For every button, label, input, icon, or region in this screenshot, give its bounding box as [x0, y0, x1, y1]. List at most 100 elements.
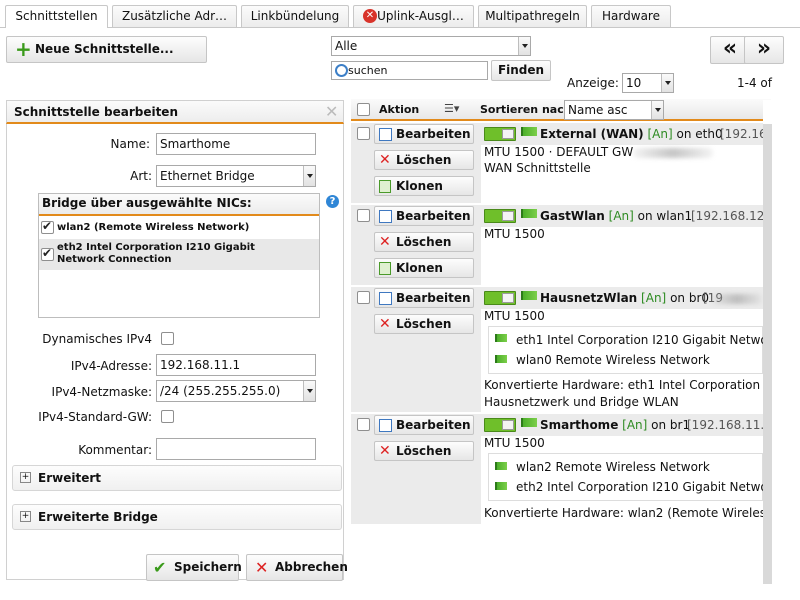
- filter-select[interactable]: Alle: [331, 36, 531, 56]
- close-icon: ✕: [255, 558, 269, 577]
- name-label: Name:: [110, 137, 150, 151]
- cancel-label: Abbrechen: [275, 560, 348, 574]
- filter-value: Alle: [335, 39, 358, 53]
- edit-button[interactable]: Bearbeiten: [374, 206, 474, 226]
- search-input[interactable]: suchen: [331, 61, 488, 80]
- comment-label: Kommentar:: [78, 443, 152, 457]
- double-left-arrow-icon: «: [722, 36, 738, 61]
- select-all-checkbox[interactable]: [357, 103, 370, 116]
- nic-item[interactable]: wlan2 (Remote Wireless Network): [39, 218, 319, 238]
- dhcp-checkbox[interactable]: [161, 332, 174, 345]
- converted-hardware: Konvertierte Hardware: eth1 Intel Corpor…: [484, 378, 791, 392]
- comment-field[interactable]: [156, 438, 316, 460]
- close-icon[interactable]: ✕: [325, 102, 338, 121]
- tab-label: Zusätzliche Adr…: [121, 9, 228, 23]
- edit-button[interactable]: Bearbeiten: [374, 288, 474, 308]
- row-title: GastWlan [An] on wlan1: [540, 209, 692, 223]
- clone-button[interactable]: Klonen: [374, 176, 474, 196]
- edit-button[interactable]: Bearbeiten: [374, 415, 474, 435]
- status-toggle[interactable]: [484, 291, 516, 305]
- converted-hardware: Konvertierte Hardware: wlan2 (Remote Wir…: [484, 506, 793, 520]
- interface-status: [An]: [641, 291, 667, 305]
- status-toggle[interactable]: [484, 127, 516, 141]
- nic-item[interactable]: eth2 Intel Corporation I210 Gigabit Netw…: [39, 239, 319, 270]
- row-checkbox[interactable]: [357, 209, 370, 222]
- edit-label: Bearbeiten: [396, 418, 471, 432]
- edit-label: Bearbeiten: [396, 209, 471, 223]
- nic-list-header: Bridge über ausgewählte NICs:: [39, 194, 319, 216]
- tab-linkbuendelung[interactable]: Linkbündelung: [241, 5, 349, 27]
- status-toggle[interactable]: [484, 209, 516, 223]
- art-select[interactable]: Ethernet Bridge: [156, 165, 316, 187]
- bridge-nic: eth2 Intel Corporation I210 Gigabit Netw…: [516, 480, 792, 494]
- page-size-select[interactable]: 10: [622, 73, 674, 93]
- clone-button[interactable]: Klonen: [374, 258, 474, 278]
- checkmark-icon: ✔: [153, 558, 167, 577]
- tab-zusaetzliche-adressen[interactable]: Zusätzliche Adr…: [112, 5, 237, 27]
- row-checkbox[interactable]: [357, 418, 370, 431]
- tab-uplink-ausgleich[interactable]: ✕ Uplink-Ausgl…: [353, 5, 474, 27]
- tab-label: Schnittstellen: [15, 9, 98, 23]
- edit-button[interactable]: Bearbeiten: [374, 124, 474, 144]
- expand-icon: +: [20, 511, 31, 522]
- bridge-nic: eth1 Intel Corporation I210 Gigabit Netw…: [516, 333, 792, 347]
- sort-value: Name asc: [568, 103, 628, 117]
- flag-icon: [495, 355, 507, 363]
- interface-device: on eth0: [676, 127, 723, 141]
- row-checkbox[interactable]: [357, 127, 370, 140]
- tab-schnittstellen[interactable]: Schnittstellen: [5, 5, 108, 28]
- delete-button[interactable]: ✕ Löschen: [374, 232, 474, 252]
- anzeige-label: Anzeige:: [567, 76, 619, 90]
- ipv4-field[interactable]: 192.168.11.1: [156, 354, 316, 376]
- pencil-icon: [379, 292, 392, 305]
- delete-button[interactable]: ✕ Löschen: [374, 441, 474, 461]
- interface-mtu: MTU 1500: [484, 227, 545, 241]
- flag-icon: [495, 482, 507, 490]
- advanced-section[interactable]: + Erweitert: [12, 465, 342, 491]
- error-icon: ✕: [363, 9, 377, 23]
- save-button[interactable]: ✔ Speichern: [146, 554, 242, 581]
- mask-select[interactable]: /24 (255.255.255.0): [156, 380, 316, 402]
- nic-checkbox[interactable]: [41, 246, 54, 261]
- cancel-button[interactable]: ✕ Abbrechen: [246, 554, 348, 581]
- double-right-arrow-icon: »: [756, 36, 772, 61]
- delete-button[interactable]: ✕ Löschen: [374, 150, 474, 170]
- new-interface-button[interactable]: + Neue Schnittstelle...: [6, 36, 207, 63]
- plus-icon: +: [15, 37, 32, 61]
- mask-label: IPv4-Netzmaske:: [51, 385, 152, 399]
- row-checkbox[interactable]: [357, 291, 370, 304]
- pencil-icon: [379, 210, 392, 223]
- next-page-button[interactable]: »: [744, 36, 784, 64]
- page-size-value: 10: [626, 76, 642, 90]
- bridge-nic: wlan0 Remote Wireless Network: [516, 353, 710, 367]
- search-button[interactable]: Finden: [491, 60, 551, 81]
- nic-checkbox[interactable]: [41, 219, 54, 234]
- pagination-range: 1-4 of: [737, 76, 772, 90]
- pencil-icon: [379, 128, 392, 141]
- status-toggle[interactable]: [484, 418, 516, 432]
- delete-button[interactable]: ✕ Löschen: [374, 314, 474, 334]
- interface-status: [An]: [622, 418, 648, 432]
- edit-label: Bearbeiten: [396, 127, 471, 141]
- sort-select[interactable]: Name asc: [564, 100, 664, 120]
- column-menu-icon[interactable]: ☰▾: [444, 102, 459, 115]
- advanced-bridge-section[interactable]: + Erweiterte Bridge: [12, 504, 342, 530]
- name-field[interactable]: Smarthome: [156, 133, 316, 155]
- flag-icon: [495, 334, 507, 342]
- scrollbar[interactable]: [763, 124, 772, 584]
- tab-label: Linkbündelung: [250, 9, 340, 23]
- flag-icon: [521, 127, 537, 136]
- action-header: Aktion: [379, 103, 420, 116]
- interface-mtu: MTU 1500: [484, 309, 545, 323]
- search-icon: [335, 64, 348, 77]
- close-icon: ✕: [379, 443, 391, 459]
- gateway-checkbox[interactable]: [161, 410, 174, 423]
- help-icon[interactable]: ?: [326, 195, 339, 208]
- mask-value: /24 (255.255.255.0): [160, 384, 281, 398]
- flag-icon: [521, 291, 537, 300]
- row-title: External (WAN) [An] on eth0: [540, 127, 723, 141]
- tab-hardware[interactable]: Hardware: [591, 5, 671, 27]
- clone-label: Klonen: [396, 179, 443, 193]
- search-button-label: Finden: [497, 63, 545, 77]
- tab-multipathregeln[interactable]: Multipathregeln: [478, 5, 587, 27]
